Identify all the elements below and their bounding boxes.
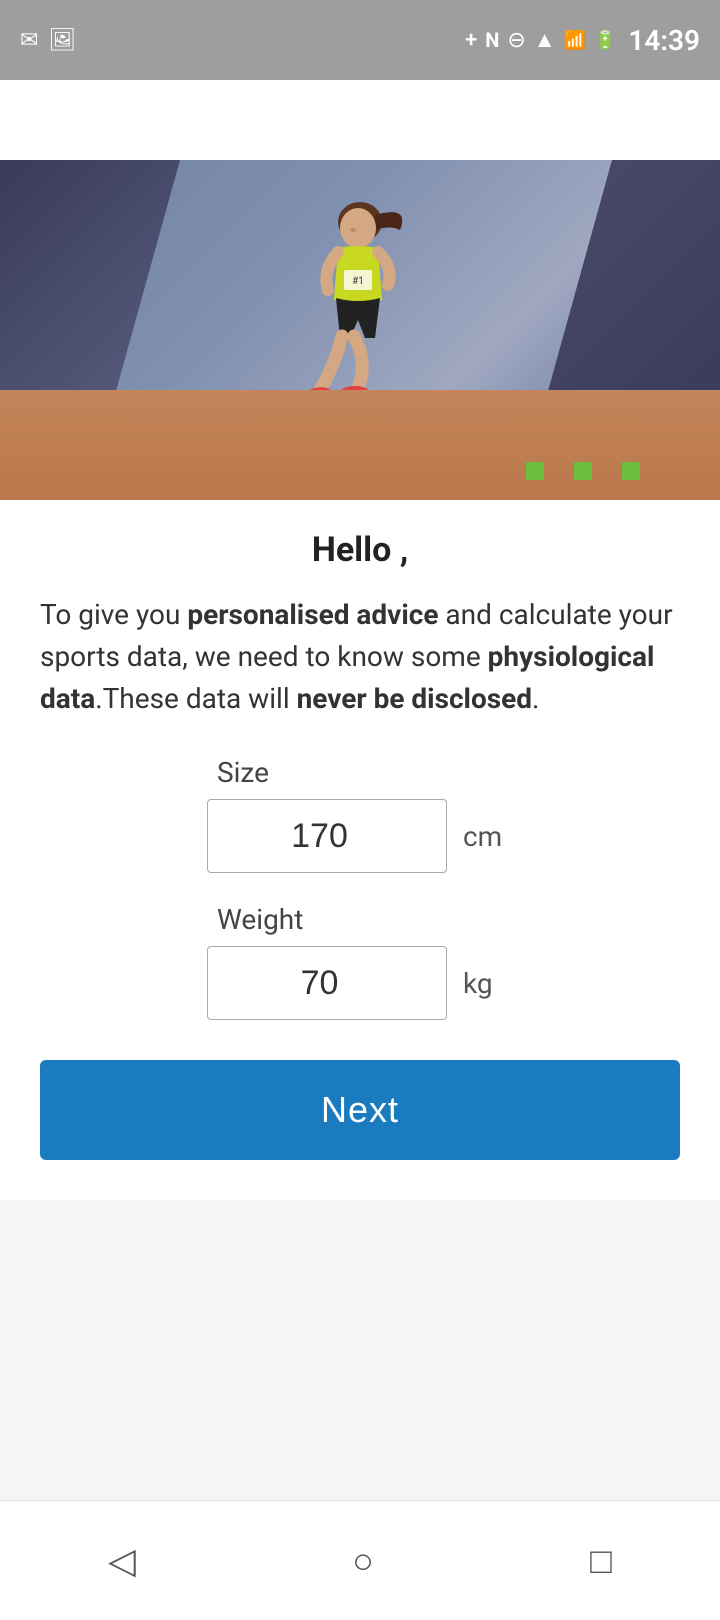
recents-button[interactable]: □	[590, 1540, 612, 1582]
back-button[interactable]: ◁	[108, 1540, 136, 1582]
size-field-group: Size cm	[207, 756, 513, 873]
weight-field-row: kg	[207, 946, 513, 1020]
size-unit: cm	[463, 820, 513, 853]
bluetooth-icon: +	[465, 28, 477, 53]
status-bar-right: + N ⊖ ▲ 📶 🔋 14:39	[465, 24, 700, 57]
track-markers	[526, 462, 640, 480]
bold-never-disclosed: never be disclosed	[297, 682, 532, 715]
battery-icon: 🔋	[594, 30, 616, 51]
runner-figure: #1	[280, 200, 440, 420]
bold-personalised: personalised advice	[187, 598, 438, 631]
track-marker	[622, 462, 640, 480]
image-icon: 🖼	[48, 28, 76, 53]
weight-unit: kg	[463, 967, 513, 1000]
main-content: Hello , To give you personalised advice …	[0, 500, 720, 1200]
weight-label: Weight	[217, 903, 303, 936]
nfc-icon: N	[485, 28, 499, 52]
track-ground	[0, 390, 720, 500]
wifi-icon: ▲	[534, 27, 556, 53]
status-bar-left: ✉ 🖼	[20, 28, 76, 53]
time-display: 14:39	[628, 24, 700, 57]
bottom-nav: ◁ ○ □	[0, 1500, 720, 1620]
mail-icon: ✉	[20, 28, 38, 53]
size-label: Size	[217, 756, 269, 789]
weight-input[interactable]	[207, 946, 447, 1020]
next-button[interactable]: Next	[40, 1060, 680, 1160]
top-spacer	[0, 80, 720, 160]
svg-text:#1: #1	[352, 276, 364, 287]
size-field-row: cm	[207, 799, 513, 873]
description-text: To give you personalised advice and calc…	[40, 594, 680, 720]
greeting-text: Hello ,	[40, 530, 680, 570]
track-marker	[574, 462, 592, 480]
size-input[interactable]	[207, 799, 447, 873]
hero-image: #1	[0, 160, 720, 500]
weight-field-group: Weight kg	[207, 903, 513, 1020]
form-section: Size cm Weight kg	[40, 756, 680, 1020]
status-bar: ✉ 🖼 + N ⊖ ▲ 📶 🔋 14:39	[0, 0, 720, 80]
home-button[interactable]: ○	[352, 1540, 374, 1582]
bottom-filler	[0, 1200, 720, 1500]
track-marker	[526, 462, 544, 480]
minus-icon: ⊖	[507, 28, 525, 53]
signal-icon: 📶	[564, 30, 586, 51]
